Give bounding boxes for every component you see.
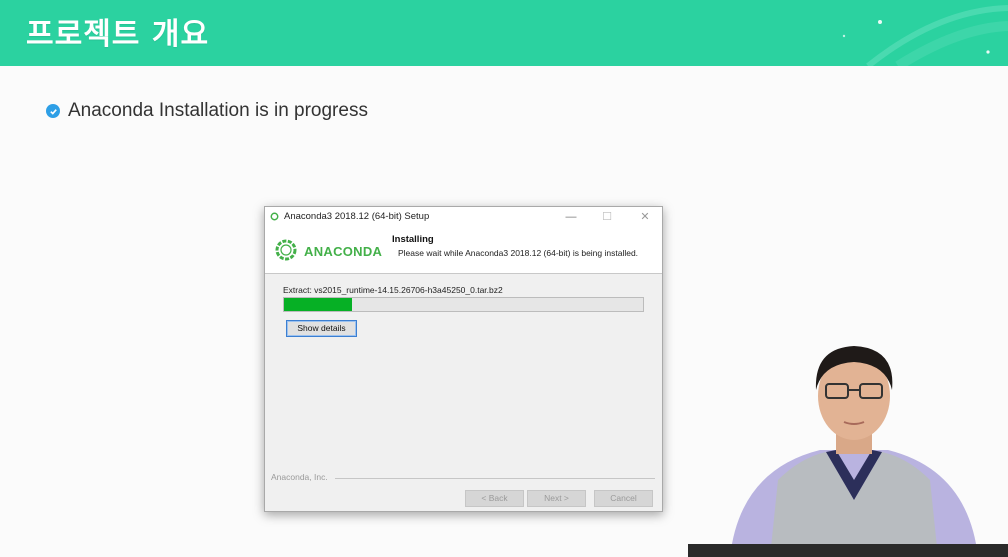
banner-decoration: [842, 5, 1008, 66]
slide-bullet: Anaconda Installation is in progress: [46, 100, 368, 122]
back-button[interactable]: < Back: [465, 490, 524, 507]
desk-edge: [688, 544, 1008, 557]
slide-title: 프로젝트 개요: [26, 17, 210, 52]
step-title: Installing: [392, 234, 434, 245]
progress-bar: [283, 297, 644, 312]
installer-header: ANACONDA Installing Please wait while An…: [265, 227, 662, 274]
progress-fill: [284, 298, 353, 311]
check-icon: [46, 104, 60, 118]
minimize-icon[interactable]: —: [553, 208, 589, 226]
bullet-text: Anaconda Installation is in progress: [68, 100, 368, 121]
extract-status: Extract: vs2015_runtime-14.15.26706-h3a4…: [283, 285, 503, 295]
presenter-video: [730, 346, 978, 557]
cancel-button[interactable]: Cancel: [594, 490, 653, 507]
logo-text: ANACONDA: [304, 244, 383, 259]
installer-window: Anaconda3 2018.12 (64-bit) Setup — ☐ ✕ A…: [264, 206, 663, 512]
title-bar[interactable]: Anaconda3 2018.12 (64-bit) Setup — ☐ ✕: [265, 207, 662, 227]
close-icon[interactable]: ✕: [627, 208, 663, 226]
slide-header: 프로젝트 개요: [0, 0, 1008, 66]
footer-brand: Anaconda, Inc.: [271, 472, 328, 482]
step-subtitle: Please wait while Anaconda3 2018.12 (64-…: [398, 248, 639, 258]
window-title: Anaconda3 2018.12 (64-bit) Setup: [284, 211, 430, 222]
maximize-icon[interactable]: ☐: [589, 208, 625, 226]
next-button[interactable]: Next >: [527, 490, 586, 507]
show-details-button[interactable]: Show details: [286, 320, 357, 337]
anaconda-logo-icon: [275, 239, 297, 261]
anaconda-app-icon: [270, 212, 279, 221]
footer-divider: [335, 478, 655, 479]
